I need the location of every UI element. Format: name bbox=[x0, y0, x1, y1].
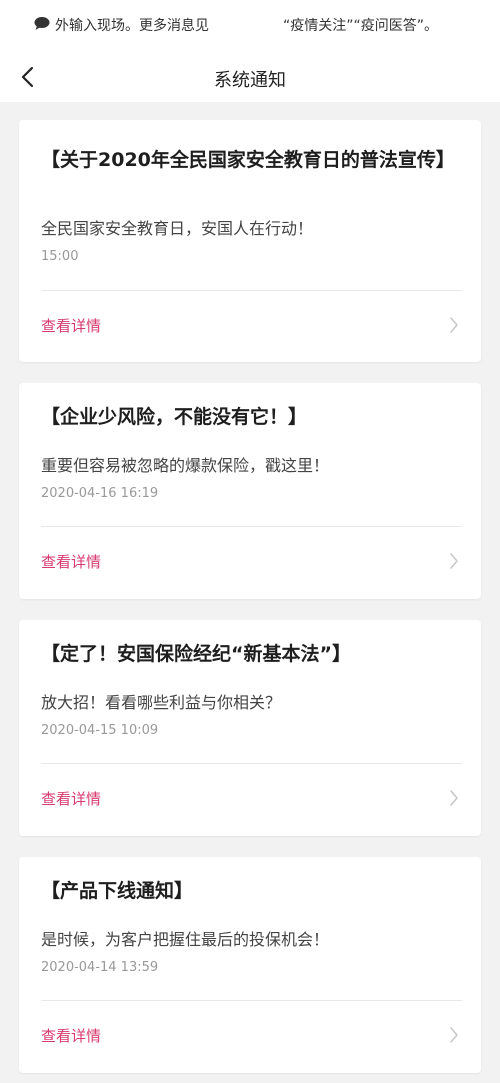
notice-time: 15:00 bbox=[41, 249, 79, 264]
notice-title: 【企业少风险，不能没有它！】 bbox=[41, 406, 308, 428]
notice-title: 【定了！安国保险经纪“新基本法”】 bbox=[41, 643, 351, 665]
notice-subtitle: 是时候，为客户把握住最后的投保机会！ bbox=[41, 930, 330, 949]
notice-title: 【产品下线通知】 bbox=[41, 880, 194, 902]
chevron-right-icon bbox=[450, 1027, 458, 1043]
view-details-label: 查看详情 bbox=[41, 790, 102, 808]
top-navigation-bar: 系统通知 bbox=[0, 52, 500, 102]
chevron-right-icon bbox=[450, 553, 458, 569]
notice-subtitle: 重要但容易被忽略的爆款保险，戳这里！ bbox=[41, 456, 330, 475]
notice-card: 【关于2020年全民国家安全教育日的普法宣传】 全民国家安全教育日，安国人在行动… bbox=[19, 120, 481, 362]
view-details-button[interactable]: 查看详情 bbox=[19, 527, 481, 599]
news-ticker: 外输入现场。更多消息见 “疫情关注”“疫问医答”。 bbox=[0, 0, 500, 52]
ticker-text-left: 外输入现场。更多消息见 bbox=[55, 18, 209, 34]
notice-time: 2020-04-15 10:09 bbox=[41, 723, 159, 738]
notice-subtitle: 放大招！看看哪些利益与你相关？ bbox=[41, 693, 282, 712]
notice-title: 【关于2020年全民国家安全教育日的普法宣传】 bbox=[41, 149, 455, 171]
view-details-label: 查看详情 bbox=[41, 317, 102, 335]
chevron-right-icon bbox=[450, 790, 458, 806]
notice-time: 2020-04-14 13:59 bbox=[41, 960, 159, 975]
notice-subtitle: 全民国家安全教育日，安国人在行动！ bbox=[41, 219, 314, 238]
view-details-label: 查看详情 bbox=[41, 1027, 102, 1045]
message-bubble-icon bbox=[34, 17, 50, 30]
view-details-label: 查看详情 bbox=[41, 553, 102, 571]
view-details-button[interactable]: 查看详情 bbox=[19, 764, 481, 836]
page-title: 系统通知 bbox=[214, 70, 286, 91]
ticker-text-right: “疫情关注”“疫问医答”。 bbox=[283, 18, 439, 34]
notice-card: 【定了！安国保险经纪“新基本法”】 放大招！看看哪些利益与你相关？ 2020-0… bbox=[19, 620, 481, 836]
view-details-button[interactable]: 查看详情 bbox=[19, 1001, 481, 1073]
notice-card: 【企业少风险，不能没有它！】 重要但容易被忽略的爆款保险，戳这里！ 2020-0… bbox=[19, 383, 481, 599]
notice-time: 2020-04-16 16:19 bbox=[41, 486, 159, 501]
view-details-button[interactable]: 查看详情 bbox=[19, 291, 481, 362]
notice-card: 【产品下线通知】 是时候，为客户把握住最后的投保机会！ 2020-04-14 1… bbox=[19, 857, 481, 1073]
chevron-right-icon bbox=[450, 317, 458, 333]
